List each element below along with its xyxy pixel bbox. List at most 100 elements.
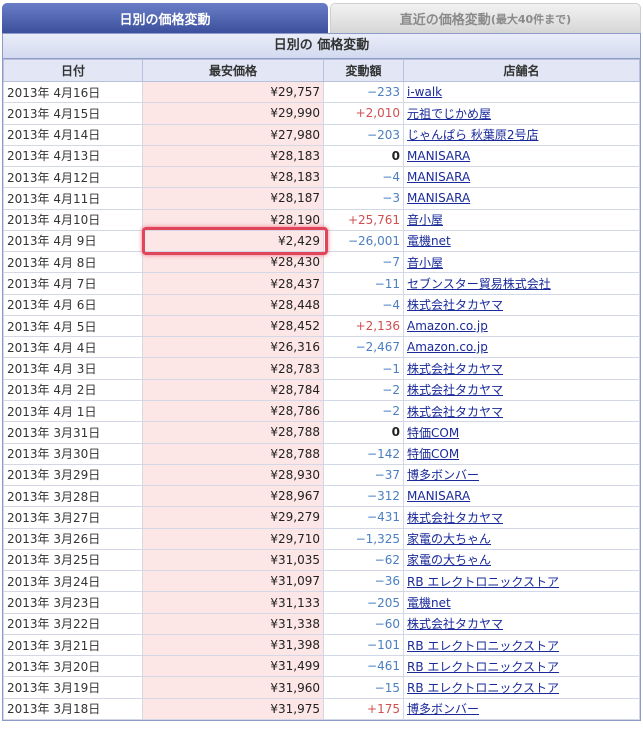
- row-date: 2013年 4月16日: [3, 80, 143, 104]
- row-store: RB エレクトロニックストア: [403, 676, 640, 699]
- table-row: 2013年 3月29日 ¥28,930 −37 博多ボンバー: [3, 463, 640, 487]
- row-change: +25,761: [323, 208, 404, 231]
- row-price: ¥27,980: [142, 123, 324, 146]
- store-link[interactable]: 電機net: [407, 596, 451, 610]
- row-price: ¥28,183: [142, 166, 324, 189]
- row-change: −36: [323, 570, 404, 593]
- row-store: 音小屋: [403, 208, 640, 231]
- tab-bar: 日別の価格変動 直近の価格変動 (最大40件まで): [0, 0, 643, 33]
- store-link[interactable]: 音小屋: [407, 256, 443, 270]
- row-price: ¥31,975: [142, 697, 324, 720]
- store-link[interactable]: セブンスター貿易株式会社: [407, 277, 551, 291]
- store-link[interactable]: 株式会社タカヤマ: [407, 511, 503, 525]
- row-change: −312: [323, 485, 404, 508]
- store-link[interactable]: 特価COM: [407, 447, 459, 461]
- store-link[interactable]: 家電の大ちゃん: [407, 553, 491, 567]
- row-change: −205: [323, 591, 404, 614]
- table-row: 2013年 4月12日 ¥28,183 −4 MANISARA: [3, 166, 640, 189]
- row-date: 2013年 3月24日: [3, 570, 143, 593]
- store-link[interactable]: 株式会社タカヤマ: [407, 362, 503, 376]
- row-store: 電機net: [403, 591, 640, 614]
- table-row: 2013年 4月13日 ¥28,183 0 MANISARA: [3, 144, 640, 168]
- row-price: ¥2,429: [142, 229, 324, 253]
- row-price: ¥28,788: [142, 442, 324, 465]
- row-date: 2013年 4月 8日: [3, 251, 143, 274]
- row-store: i-walk: [403, 80, 640, 104]
- store-link[interactable]: 電機net: [407, 234, 451, 248]
- row-date: 2013年 4月 3日: [3, 357, 143, 380]
- row-store: Amazon.co.jp: [403, 336, 640, 359]
- row-date: 2013年 3月19日: [3, 676, 143, 699]
- store-link[interactable]: 家電の大ちゃん: [407, 532, 491, 546]
- store-link[interactable]: 株式会社タカヤマ: [407, 405, 503, 419]
- store-link[interactable]: 株式会社タカヤマ: [407, 617, 503, 631]
- row-change: −7: [323, 251, 404, 274]
- table-row: 2013年 3月22日 ¥31,338 −60 株式会社タカヤマ: [3, 612, 640, 635]
- table-row: 2013年 4月16日 ¥29,757 −233 i-walk: [3, 80, 640, 104]
- row-price: ¥31,133: [142, 591, 324, 614]
- row-price: ¥31,338: [142, 612, 324, 635]
- row-store: 元祖でじかめ屋: [403, 102, 640, 125]
- row-date: 2013年 4月 6日: [3, 293, 143, 316]
- row-date: 2013年 3月25日: [3, 548, 143, 572]
- row-price: ¥28,183: [142, 144, 324, 168]
- row-change: −3: [323, 187, 404, 210]
- row-price: ¥29,279: [142, 506, 324, 529]
- store-link[interactable]: RB エレクトロニックストア: [407, 575, 559, 589]
- store-link[interactable]: 博多ボンバー: [407, 468, 479, 482]
- table-row: 2013年 3月30日 ¥28,788 −142 特価COM: [3, 442, 640, 465]
- row-change: −11: [323, 272, 404, 295]
- store-link[interactable]: MANISARA: [407, 170, 470, 184]
- store-link[interactable]: 音小屋: [407, 213, 443, 227]
- row-date: 2013年 3月31日: [3, 421, 143, 444]
- row-date: 2013年 3月30日: [3, 442, 143, 465]
- store-link[interactable]: 特価COM: [407, 426, 459, 440]
- table-row: 2013年 3月26日 ¥29,710 −1,325 家電の大ちゃん: [3, 527, 640, 550]
- store-link[interactable]: 博多ボンバー: [407, 702, 479, 716]
- store-link[interactable]: i-walk: [407, 85, 442, 99]
- store-link[interactable]: MANISARA: [407, 489, 470, 503]
- row-store: 博多ボンバー: [403, 463, 640, 487]
- store-link[interactable]: 元祖でじかめ屋: [407, 107, 491, 121]
- row-store: MANISARA: [403, 485, 640, 508]
- store-link[interactable]: RB エレクトロニックストア: [407, 681, 559, 695]
- row-change: −101: [323, 633, 404, 657]
- store-link[interactable]: RB エレクトロニックストア: [407, 660, 559, 674]
- row-store: 株式会社タカヤマ: [403, 612, 640, 635]
- row-change: −431: [323, 506, 404, 529]
- table-row: 2013年 4月 1日 ¥28,786 −2 株式会社タカヤマ: [3, 399, 640, 423]
- store-link[interactable]: Amazon.co.jp: [407, 319, 488, 333]
- store-link[interactable]: RB エレクトロニックストア: [407, 639, 559, 653]
- tab-recent-price-change[interactable]: 直近の価格変動 (最大40件まで): [330, 3, 641, 33]
- row-change: +175: [323, 697, 404, 720]
- store-link[interactable]: 株式会社タカヤマ: [407, 383, 503, 397]
- table-row: 2013年 4月10日 ¥28,190 +25,761 音小屋: [3, 208, 640, 231]
- row-price: ¥29,990: [142, 102, 324, 125]
- row-date: 2013年 4月12日: [3, 166, 143, 189]
- row-price: ¥31,035: [142, 548, 324, 572]
- tab-daily-price-change[interactable]: 日別の価格変動: [2, 3, 328, 33]
- table-row: 2013年 4月 3日 ¥28,783 −1 株式会社タカヤマ: [3, 357, 640, 380]
- row-date: 2013年 4月 1日: [3, 399, 143, 423]
- store-link[interactable]: Amazon.co.jp: [407, 340, 488, 354]
- store-link[interactable]: じゃんぱら 秋葉原2号店: [407, 128, 538, 142]
- table-row: 2013年 4月 2日 ¥28,784 −2 株式会社タカヤマ: [3, 378, 640, 401]
- row-change: −4: [323, 166, 404, 189]
- store-link[interactable]: MANISARA: [407, 191, 470, 205]
- row-store: 家電の大ちゃん: [403, 548, 640, 572]
- table-row: 2013年 3月27日 ¥29,279 −431 株式会社タカヤマ: [3, 506, 640, 529]
- store-link[interactable]: 株式会社タカヤマ: [407, 298, 503, 312]
- header-date: 日付: [3, 59, 143, 82]
- table-row: 2013年 4月 7日 ¥28,437 −11 セブンスター貿易株式会社: [3, 272, 640, 295]
- table-row: 2013年 3月25日 ¥31,035 −62 家電の大ちゃん: [3, 548, 640, 572]
- row-price: ¥28,448: [142, 293, 324, 316]
- row-price: ¥28,784: [142, 378, 324, 401]
- table-row: 2013年 4月 8日 ¥28,430 −7 音小屋: [3, 251, 640, 274]
- row-change: −461: [323, 655, 404, 678]
- section-title: 日別の 価格変動: [3, 34, 640, 59]
- row-change: −2: [323, 378, 404, 401]
- row-price: ¥28,437: [142, 272, 324, 295]
- row-change: −1: [323, 357, 404, 380]
- tab-recent-sublabel: (最大40件まで): [490, 12, 572, 26]
- store-link[interactable]: MANISARA: [407, 149, 470, 163]
